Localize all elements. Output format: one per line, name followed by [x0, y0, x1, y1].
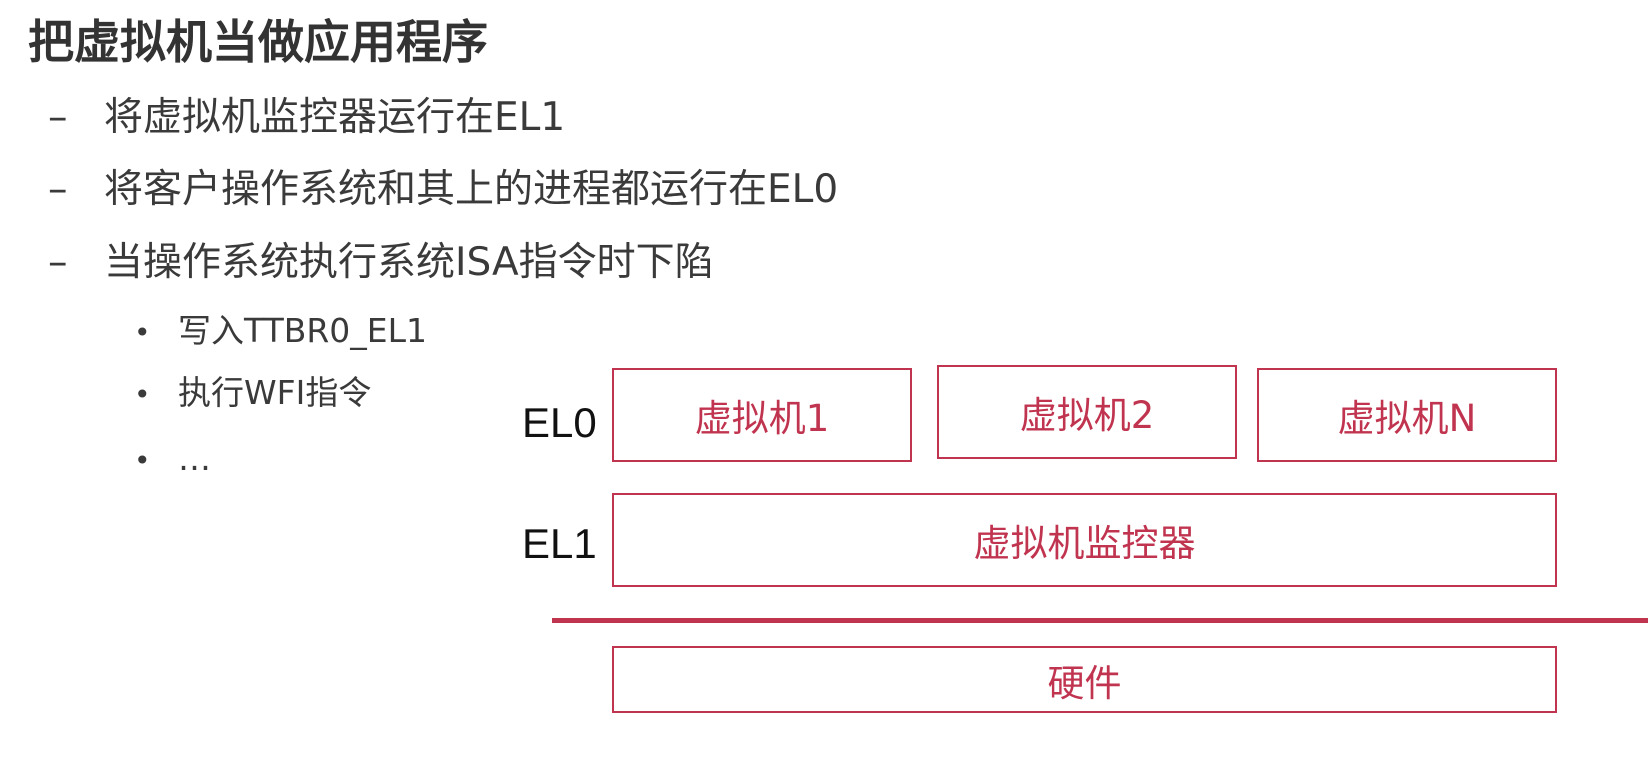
vm-label: 虚拟机N	[1337, 397, 1477, 440]
list-item: • 写入TTBR0_EL1	[134, 308, 427, 356]
bullet-text: 当操作系统执行系统ISA指令时下陷	[104, 240, 714, 285]
vm-box: 虚拟机1	[612, 368, 912, 462]
list-item: – 当操作系统执行系统ISA指令时下陷	[48, 237, 714, 289]
bullet-text: 将客户操作系统和其上的进程都运行在EL0	[104, 167, 839, 212]
sub-bullet-text: 执行WFI指令	[178, 373, 372, 412]
bullet-text: 将虚拟机监控器运行在EL1	[104, 95, 566, 140]
list-item: •…	[134, 436, 211, 484]
hardware-label: 硬件	[1047, 661, 1122, 705]
page-title: 把虚拟机当做应用程序	[28, 15, 488, 69]
dot-marker: •	[134, 444, 151, 477]
privilege-divider	[552, 618, 1648, 623]
el0-label: EL0	[522, 399, 597, 446]
sub-bullet-text: 写入TTBR0_EL1	[178, 311, 428, 350]
dot-marker: •	[134, 316, 151, 349]
dash-marker: –	[48, 240, 68, 285]
el1-label: EL1	[522, 520, 597, 567]
vm-label: 虚拟机1	[694, 397, 830, 440]
list-item: – 将客户操作系统和其上的进程都运行在EL0	[48, 164, 838, 216]
list-item: • 执行WFI指令	[134, 370, 371, 418]
list-item: – 将虚拟机监控器运行在EL1	[48, 92, 565, 144]
vm-box: 虚拟机N	[1257, 368, 1557, 462]
dot-marker: •	[134, 378, 151, 411]
hypervisor-label: 虚拟机监控器	[973, 522, 1196, 565]
vm-box: 虚拟机2	[937, 365, 1237, 459]
hypervisor-box: 虚拟机监控器	[612, 493, 1557, 587]
hardware-box: 硬件	[612, 646, 1557, 713]
dash-marker: –	[48, 167, 68, 212]
dash-marker: –	[48, 95, 68, 140]
vm-label: 虚拟机2	[1019, 394, 1155, 437]
sub-bullet-text: …	[178, 439, 211, 478]
